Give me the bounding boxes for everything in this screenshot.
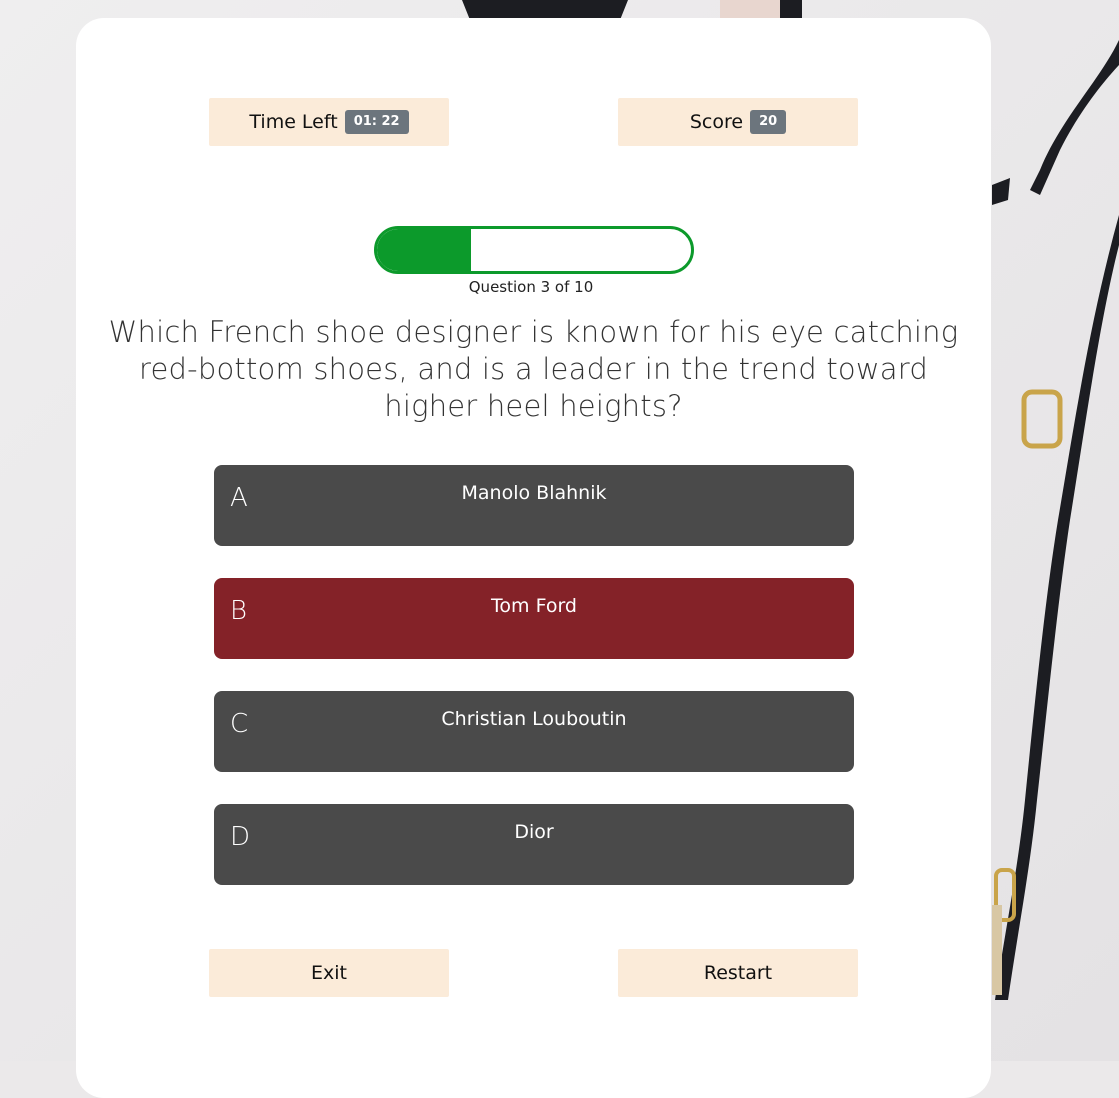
score-badge: 20 [750,110,787,134]
time-left-box: Time Left 01: 22 [209,98,449,146]
progress-bar [374,226,694,274]
question-text: Which French shoe designer is known for … [108,315,959,423]
answer-option-d[interactable]: D Dior [214,804,854,885]
answer-text: Dior [514,821,554,843]
answer-text: Manolo Blahnik [461,482,607,504]
progress-section: Question 3 of 10 [374,226,694,296]
restart-button[interactable]: Restart [618,949,858,997]
progress-label: Question 3 of 10 [468,278,594,296]
answer-option-a[interactable]: A Manolo Blahnik [214,465,854,546]
exit-button[interactable]: Exit [209,949,449,997]
answer-option-c[interactable]: C Christian Louboutin [214,691,854,772]
progress-fill [377,229,472,271]
time-left-badge: 01: 22 [344,110,409,134]
quiz-card: Time Left 01: 22 Score 20 Question 3 of … [76,18,991,1098]
time-left-label: Time Left [249,111,338,133]
score-box: Score 20 [618,98,858,146]
score-label: Score [689,111,744,133]
answer-text: Tom Ford [491,595,577,617]
answer-option-b[interactable]: B Tom Ford [214,578,854,659]
answer-text: Christian Louboutin [441,708,627,730]
